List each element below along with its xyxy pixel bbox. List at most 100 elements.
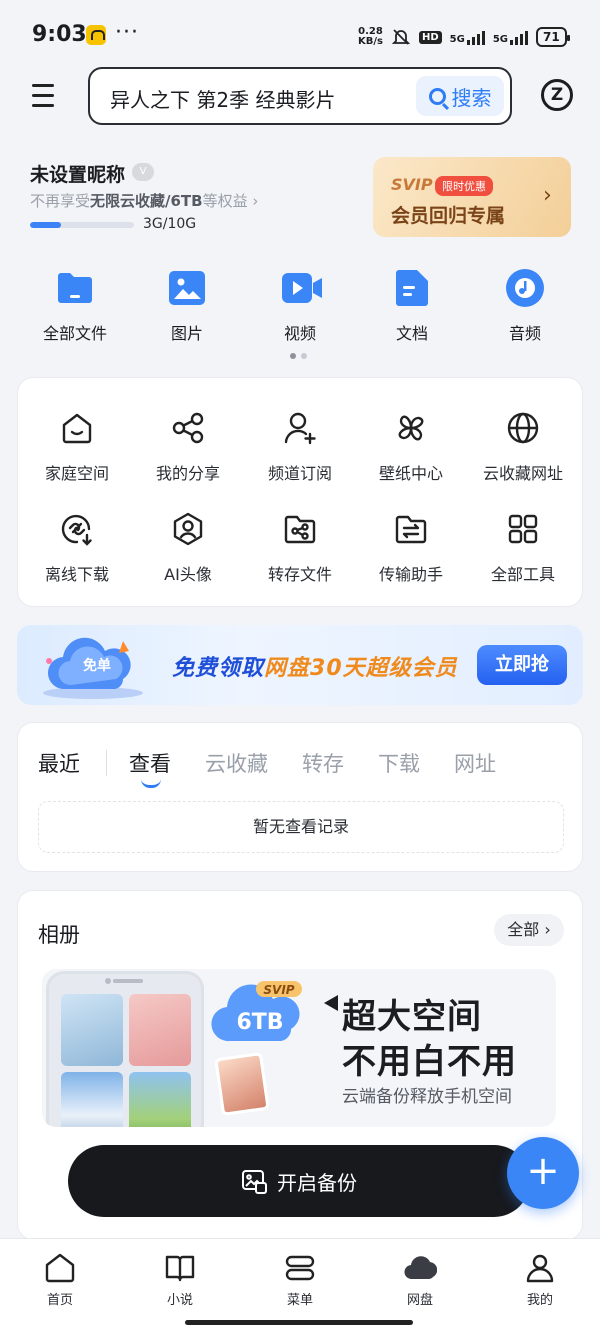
tab-cloud-drive[interactable]: 网盘 bbox=[380, 1251, 460, 1308]
video-icon bbox=[280, 268, 322, 308]
album-all-button[interactable]: 全部 › bbox=[494, 914, 564, 946]
avatar-hex-icon bbox=[173, 512, 203, 546]
vip-level-badge: V bbox=[132, 163, 154, 181]
link-download-icon bbox=[61, 514, 92, 546]
quick-entry-audio[interactable]: 音频 bbox=[475, 268, 575, 344]
divider bbox=[106, 750, 107, 776]
tab-cloud-bookmarks[interactable]: 云收藏 bbox=[205, 748, 268, 778]
quick-entry-label: 文档 bbox=[395, 324, 428, 343]
cloud-icon bbox=[404, 1256, 437, 1280]
photo-thumbnail bbox=[214, 1051, 270, 1117]
more-notifications-icon: ··· bbox=[115, 20, 139, 45]
tool-transfer-assistant[interactable]: 传输助手 bbox=[356, 511, 466, 585]
tab-saved[interactable]: 转存 bbox=[302, 748, 344, 778]
book-icon bbox=[165, 1255, 195, 1282]
quick-entry-documents[interactable]: 文档 bbox=[362, 268, 462, 344]
tool-offline-download[interactable]: 离线下载 bbox=[22, 511, 132, 585]
cloud-coupon-icon: 免单 bbox=[43, 637, 143, 699]
quick-entry-label: 音频 bbox=[508, 324, 541, 343]
promo-banner[interactable]: 免单 免费领取网盘30天超级会员 立即抢 bbox=[17, 625, 583, 705]
menu-icon[interactable] bbox=[32, 84, 54, 108]
transfer-icon bbox=[395, 515, 427, 544]
quick-entry-all-files[interactable]: 全部文件 bbox=[25, 268, 125, 344]
battery-icon: 71 bbox=[536, 27, 570, 47]
music-icon bbox=[505, 268, 545, 308]
home-indicator bbox=[185, 1320, 413, 1325]
photo-thumbnail bbox=[61, 1072, 123, 1127]
tool-family-space[interactable]: 家庭空间 bbox=[22, 410, 132, 484]
banner-title: 免费领取网盘30天超级会员 bbox=[172, 656, 458, 681]
quick-entry-label: 全部文件 bbox=[42, 324, 107, 343]
svip-label: SVIP bbox=[391, 175, 433, 194]
header: 异人之下 第2季 经典影片 搜索 Z bbox=[0, 62, 600, 132]
phone-mockup-image bbox=[46, 971, 204, 1127]
pinwheel-icon bbox=[398, 415, 424, 441]
folder-share-icon bbox=[284, 515, 316, 544]
document-icon bbox=[392, 268, 432, 308]
status-bar: 9:03 ··· 0.28 KB/s HD 5G 5G 71 bbox=[0, 0, 600, 70]
status-indicators: 0.28 KB/s HD 5G 5G 71 bbox=[358, 24, 570, 50]
membership-hint[interactable]: 不再享受无限云收藏/6TB等权益 › bbox=[30, 190, 258, 211]
tool-all-tools[interactable]: 全部工具 bbox=[468, 511, 578, 585]
folder-icon bbox=[55, 268, 95, 308]
limited-offer-tag: 限时优惠 bbox=[435, 176, 493, 196]
cloud-storage-icon: 6TB SVIP bbox=[211, 981, 302, 1042]
signal-sim2: 5G bbox=[493, 29, 528, 45]
tools-card: 家庭空间 我的分享 频道订阅 壁纸中心 云收藏网址 离线下载 AI头像 转存文件… bbox=[17, 377, 583, 607]
chevron-right-icon: › bbox=[543, 183, 552, 208]
home-icon bbox=[62, 413, 92, 444]
quick-entry-videos[interactable]: 视频 bbox=[250, 268, 350, 344]
search-text: 异人之下 第2季 经典影片 bbox=[110, 88, 336, 112]
vip-promo-card[interactable]: SVIP 限时优惠 会员回归专属 › bbox=[373, 157, 571, 237]
hd-icon: HD bbox=[418, 30, 442, 44]
app-notification-icon bbox=[86, 25, 106, 45]
storage-quota-bar bbox=[30, 222, 134, 228]
tab-downloads[interactable]: 下载 bbox=[378, 748, 420, 778]
tool-wallpaper-center[interactable]: 壁纸中心 bbox=[356, 410, 466, 484]
globe-icon bbox=[507, 412, 539, 444]
svg-text:免单: 免单 bbox=[83, 657, 111, 674]
image-icon bbox=[167, 268, 207, 308]
svg-text:SVIP: SVIP bbox=[263, 983, 294, 997]
search-input[interactable]: 异人之下 第2季 经典影片 搜索 bbox=[88, 67, 512, 125]
recent-card: 最近 查看 云收藏 转存 下载 网址 暂无查看记录 bbox=[17, 722, 583, 872]
tool-channel-subscribe[interactable]: 频道订阅 bbox=[245, 410, 355, 484]
grab-now-button[interactable]: 立即抢 bbox=[477, 645, 567, 685]
photo-thumbnail bbox=[61, 994, 123, 1066]
search-button[interactable]: 搜索 bbox=[416, 76, 504, 116]
tab-novel[interactable]: 小说 bbox=[140, 1251, 220, 1308]
search-icon bbox=[428, 87, 446, 105]
tab-view[interactable]: 查看 bbox=[129, 748, 171, 788]
grid-icon bbox=[508, 514, 538, 544]
user-name[interactable]: 未设置昵称 bbox=[30, 160, 125, 187]
menu-stack-icon bbox=[285, 1255, 315, 1281]
quick-entry-label: 视频 bbox=[283, 324, 316, 343]
tab-urls[interactable]: 网址 bbox=[454, 748, 496, 778]
storage-quota-fill bbox=[30, 222, 62, 228]
quick-entry-images[interactable]: 图片 bbox=[137, 268, 237, 344]
add-fab-button[interactable]: + bbox=[507, 1137, 579, 1209]
profile-icon bbox=[526, 1254, 554, 1283]
tool-my-share[interactable]: 我的分享 bbox=[133, 410, 243, 484]
recent-tabs: 最近 查看 云收藏 转存 下载 网址 bbox=[38, 748, 530, 788]
net-speed: 0.28 KB/s bbox=[358, 26, 383, 47]
storage-quota-text: 3G/10G bbox=[143, 216, 197, 232]
recent-title: 最近 bbox=[38, 752, 80, 776]
tool-save-files[interactable]: 转存文件 bbox=[245, 511, 355, 585]
start-backup-button[interactable]: 开启备份 bbox=[68, 1145, 530, 1217]
backup-promo: 6TB SVIP 超大空间 不用白不用 云端备份释放手机空间 bbox=[42, 969, 556, 1127]
image-backup-icon bbox=[242, 1170, 267, 1194]
start-backup-label: 开启备份 bbox=[277, 1170, 357, 1195]
tab-menu[interactable]: 菜单 bbox=[260, 1251, 340, 1308]
svg-text:6TB: 6TB bbox=[236, 1010, 283, 1035]
quick-entry-label: 图片 bbox=[170, 324, 203, 343]
tab-profile[interactable]: 我的 bbox=[500, 1251, 580, 1308]
user-add-icon bbox=[284, 412, 316, 445]
photo-thumbnail bbox=[129, 1072, 191, 1127]
tool-ai-avatar[interactable]: AI头像 bbox=[133, 511, 243, 585]
tool-cloud-bookmarks[interactable]: 云收藏网址 bbox=[468, 410, 578, 484]
tab-home[interactable]: 首页 bbox=[20, 1251, 100, 1308]
scan-icon[interactable]: Z bbox=[541, 79, 573, 111]
promo-headline-1: 超大空间 bbox=[342, 997, 482, 1037]
album-title: 相册 bbox=[38, 923, 80, 947]
